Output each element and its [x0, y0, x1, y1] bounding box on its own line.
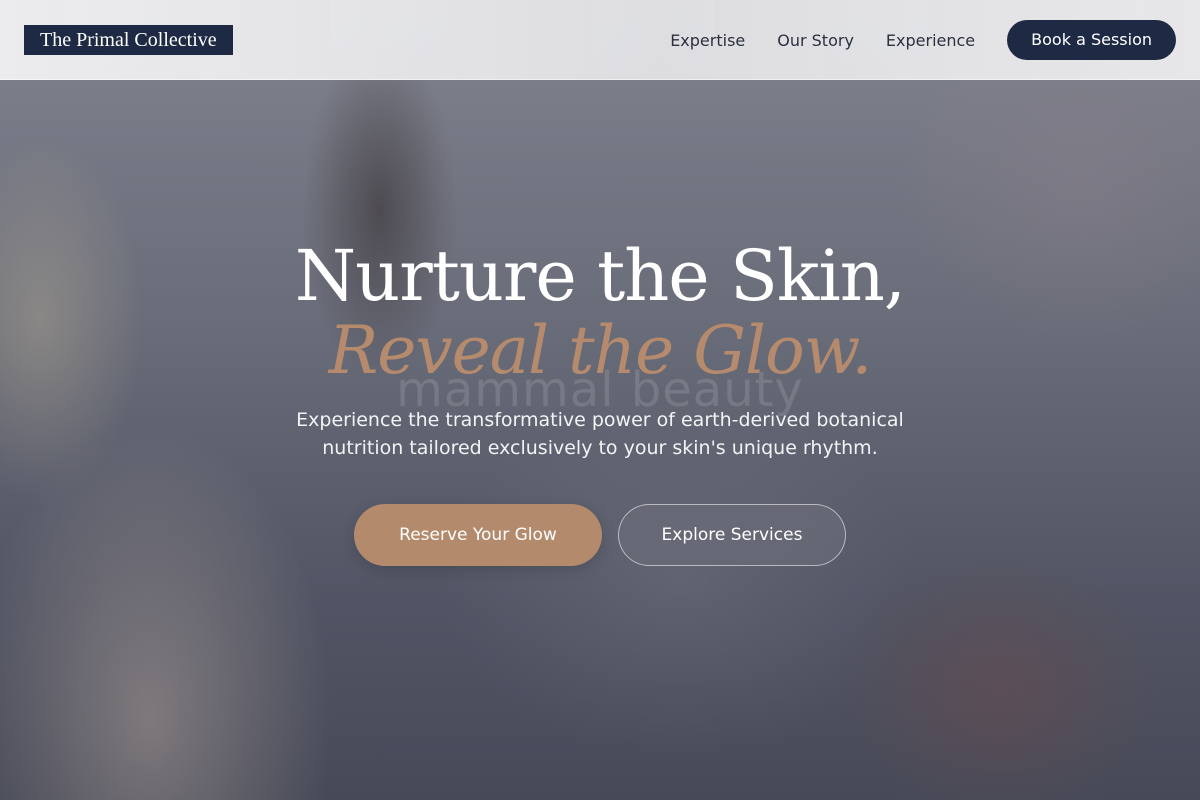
- page: mammal beauty The Primal Collective Expe…: [0, 0, 1200, 800]
- nav-link-experience[interactable]: Experience: [886, 31, 975, 50]
- hero-cta-row: Reserve Your Glow Explore Services: [0, 504, 1200, 566]
- book-session-button[interactable]: Book a Session: [1007, 20, 1176, 60]
- site-logo[interactable]: The Primal Collective: [24, 25, 233, 55]
- hero-section: Nurture the Skin, Reveal the Glow. Exper…: [0, 236, 1200, 566]
- nav-link-expertise[interactable]: Expertise: [670, 31, 745, 50]
- reserve-glow-button[interactable]: Reserve Your Glow: [354, 504, 602, 566]
- main-nav: Expertise Our Story Experience Book a Se…: [670, 20, 1176, 60]
- site-header: The Primal Collective Expertise Our Stor…: [0, 0, 1200, 80]
- hero-subtext: Experience the transformative power of e…: [296, 409, 904, 459]
- explore-services-button[interactable]: Explore Services: [618, 504, 846, 566]
- hero-headline: Nurture the Skin,: [294, 235, 906, 317]
- nav-link-our-story[interactable]: Our Story: [777, 31, 854, 50]
- hero-headline-accent: Reveal the Glow.: [328, 312, 873, 389]
